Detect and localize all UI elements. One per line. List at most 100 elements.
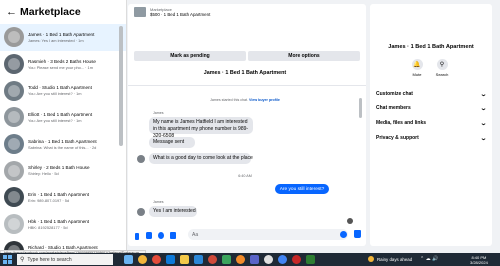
chevron-down-icon: ⌄ bbox=[479, 120, 488, 127]
seen-indicator bbox=[347, 218, 353, 224]
app-icon[interactable] bbox=[208, 255, 217, 264]
conversation-name: James · 1 Bed 1 Bath Apartment bbox=[28, 31, 95, 37]
conversation-preview: Sabrina: What is the name of this... · 2… bbox=[28, 144, 97, 150]
conversation-item[interactable]: Sabrina · 1 Bed 1 Bath Apartment Sabrina:… bbox=[0, 131, 126, 158]
conversation-preview: You: Please send me your pho... · 1m bbox=[28, 64, 93, 70]
app-icon[interactable] bbox=[250, 255, 259, 264]
section-label: Privacy & support bbox=[376, 135, 419, 141]
gif-icon[interactable] bbox=[170, 232, 176, 239]
chat-title: James · 1 Bed 1 Bath Apartment bbox=[203, 70, 287, 76]
search-icon: ⚲ bbox=[20, 257, 25, 263]
section-customize-chat[interactable]: Customize chat ⌄ bbox=[376, 89, 487, 99]
mark-pending-button[interactable]: Mark as pending bbox=[134, 51, 246, 61]
edge-icon[interactable] bbox=[166, 255, 175, 264]
section-label: Media, files and links bbox=[376, 120, 427, 126]
emoji-icon[interactable] bbox=[340, 231, 347, 238]
conversation-item[interactable]: Hbk · 1 Bed 1 Bath Apartment HBK: 8192528… bbox=[0, 211, 126, 238]
task-view-icon[interactable] bbox=[124, 255, 133, 264]
conversation-item[interactable]: James · 1 Bed 1 Bath Apartment James: Yes… bbox=[0, 24, 126, 51]
avatar[interactable] bbox=[137, 155, 145, 163]
conversation-preview: HBK: 8192528177 · 5d bbox=[28, 224, 68, 230]
more-options-button[interactable]: More options bbox=[248, 51, 360, 61]
incoming-message: Yes I am interested bbox=[149, 206, 197, 217]
divider bbox=[128, 85, 366, 86]
chevron-down-icon: ⌄ bbox=[479, 135, 488, 142]
store-icon[interactable] bbox=[194, 255, 203, 264]
app-icon[interactable] bbox=[278, 255, 287, 264]
outgoing-message: Are you still interest? bbox=[275, 184, 329, 194]
avatar bbox=[4, 54, 24, 75]
clock-time: 8:40 PM bbox=[471, 254, 487, 260]
avatar bbox=[4, 240, 24, 250]
conversation-item[interactable]: Richard · Studio 1 Bath ApartmentYou: Ye… bbox=[0, 238, 126, 250]
conversation-item[interactable]: Elliott · 1 Bed 1 Bath Apartment You: Are… bbox=[0, 104, 126, 131]
app-icon[interactable] bbox=[292, 255, 301, 264]
view-buyer-profile-link[interactable]: View buyer profile bbox=[249, 98, 280, 102]
conversation-preview: You: Are you still interest? · 1m bbox=[28, 91, 82, 97]
microphone-icon[interactable] bbox=[135, 233, 139, 240]
avatar[interactable] bbox=[137, 208, 145, 216]
search-action[interactable]: ⚲ Search bbox=[432, 59, 452, 77]
sender-name: James bbox=[153, 200, 164, 204]
thumbs-up-icon[interactable] bbox=[354, 230, 361, 238]
mute-action[interactable]: 🔔 Mute bbox=[407, 59, 427, 77]
app-icon[interactable] bbox=[152, 255, 161, 264]
chrome-icon[interactable] bbox=[138, 255, 147, 264]
listing-actions: Mark as pending More options bbox=[134, 51, 360, 61]
app-icon[interactable] bbox=[222, 255, 231, 264]
search-icon: ⚲ bbox=[436, 59, 448, 70]
message-timestamp: 6:40 AM bbox=[238, 174, 252, 178]
sidebar-header: ← Marketplace bbox=[0, 0, 126, 24]
app-icon[interactable] bbox=[306, 255, 315, 264]
system-tray[interactable]: ⌃ ☁ 🔊 bbox=[420, 256, 438, 262]
incoming-message: My name is James Hatfield I am intereste… bbox=[149, 117, 253, 139]
bell-icon: 🔔 bbox=[411, 59, 423, 70]
conversation-preview: Erin: 989-807-0197 · 5d bbox=[28, 197, 70, 203]
sidebar-title: Marketplace bbox=[20, 6, 81, 18]
windows-start-icon[interactable] bbox=[3, 255, 12, 264]
section-label: Chat members bbox=[376, 105, 411, 111]
sender-name: James bbox=[153, 111, 164, 115]
clock-date: 3/28/2024 bbox=[470, 259, 488, 265]
conversation-item[interactable]: Rasmieh · 3 Beds 2 Baths House You: Pleas… bbox=[0, 51, 126, 78]
chat-started-text: James started this chat. bbox=[210, 98, 249, 102]
listing-title: $500 · 1 Bed 1 Bath Apartment bbox=[150, 12, 211, 17]
conversation-preview: James: Yes I am interested · 1m bbox=[28, 37, 84, 43]
image-icon[interactable] bbox=[146, 232, 152, 239]
chevron-down-icon: ⌄ bbox=[479, 105, 488, 112]
incoming-message: What is a good day to come look at the p… bbox=[149, 153, 253, 164]
section-chat-members[interactable]: Chat members ⌄ bbox=[376, 103, 488, 113]
weather-text: Rainy days ahead bbox=[377, 256, 413, 262]
sidebar-scrollbar[interactable] bbox=[119, 26, 123, 146]
message-input[interactable]: Aa bbox=[188, 229, 348, 240]
section-media-files-links[interactable]: Media, files and links ⌄ bbox=[376, 118, 488, 128]
conversation-name: Todd · Studio 1 Bath Apartment bbox=[28, 85, 92, 91]
weather-widget[interactable]: Rainy days ahead bbox=[368, 256, 412, 262]
sticker-icon[interactable] bbox=[158, 232, 164, 239]
taskbar-search[interactable]: ⚲ Type here to search bbox=[17, 254, 113, 265]
conversation-name: Rasmieh · 3 Beds 2 Baths House bbox=[28, 58, 96, 64]
conversation-item[interactable]: Erin · 1 Bed 1 Bath Apartment Erin: 989-8… bbox=[0, 184, 126, 211]
conversation-preview: Shirley: Hello · 5d bbox=[28, 171, 59, 177]
app-icon[interactable] bbox=[264, 255, 273, 264]
section-privacy-support[interactable]: Privacy & support ⌄ bbox=[376, 133, 488, 143]
conversation-name: Elliott · 1 Bed 1 Bath Apartment bbox=[28, 111, 93, 117]
weather-icon bbox=[368, 256, 374, 262]
taskbar-search-placeholder: Type here to search bbox=[27, 256, 72, 263]
listing-header[interactable]: Marketplace $500 · 1 Bed 1 Bath Apartmen… bbox=[134, 7, 210, 17]
conversation-item[interactable]: Shirley · 2 Beds 1 Bath House Shirley: He… bbox=[0, 157, 126, 184]
chat-details-panel: James · 1 Bed 1 Bath Apartment 🔔 Mute ⚲ … bbox=[370, 4, 492, 246]
clock[interactable]: 8:40 PM 3/28/2024 bbox=[470, 255, 488, 265]
mute-label: Mute bbox=[412, 71, 422, 77]
conversation-item[interactable]: Todd · Studio 1 Bath Apartment You: Are y… bbox=[0, 77, 126, 104]
avatar bbox=[4, 107, 24, 128]
arrow-left-icon[interactable]: ← bbox=[6, 6, 17, 18]
app-icon[interactable] bbox=[236, 255, 245, 264]
taskbar: ⚲ Type here to search Rainy days ahead ⌃… bbox=[0, 253, 500, 266]
details-title: James · 1 Bed 1 Bath Apartment bbox=[388, 44, 474, 50]
listing-thumbnail bbox=[134, 7, 146, 17]
file-explorer-icon[interactable] bbox=[180, 255, 189, 264]
avatar bbox=[4, 187, 24, 208]
conversation-sidebar: ← Marketplace James · 1 Bed 1 Bath Apart… bbox=[0, 0, 127, 250]
section-label: Customize chat bbox=[376, 91, 413, 97]
